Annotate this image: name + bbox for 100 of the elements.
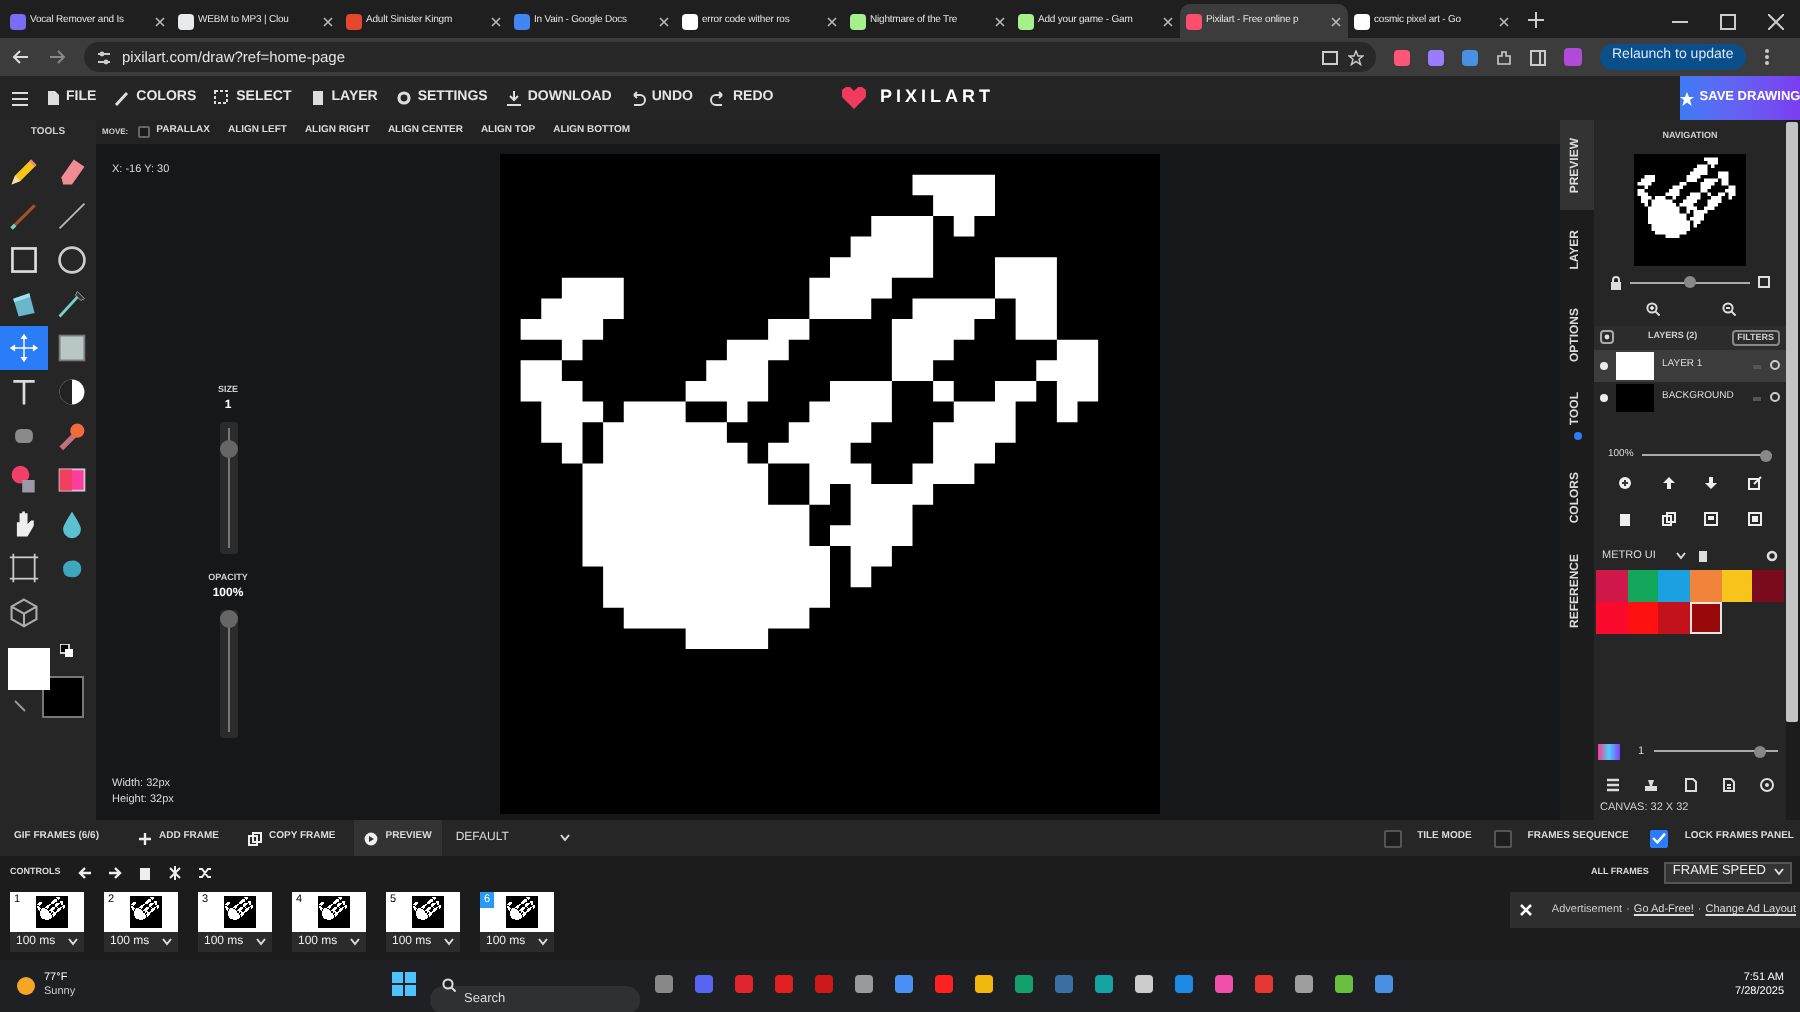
site-info-icon <box>96 49 112 65</box>
stamp-icon[interactable] <box>1644 777 1659 792</box>
settings-icon <box>395 90 412 106</box>
visibility-dot-icon[interactable] <box>1600 361 1608 370</box>
pencil-icon <box>8 156 40 188</box>
up-arrow-icon[interactable] <box>1661 476 1676 491</box>
add-circle-icon[interactable] <box>1618 476 1633 491</box>
checkmark-icon <box>1652 832 1667 844</box>
redo-icon <box>710 90 727 106</box>
file-icon <box>44 90 60 106</box>
color-swatch[interactable] <box>1596 602 1628 635</box>
plus-icon <box>137 831 152 845</box>
eraser-icon <box>56 156 88 188</box>
maximize-icon[interactable] <box>1720 13 1736 29</box>
slider-thumb[interactable] <box>1754 745 1767 758</box>
weather-sun-icon <box>16 976 36 996</box>
fit-square-icon[interactable] <box>1758 276 1770 289</box>
opacity-slider[interactable] <box>1641 449 1772 461</box>
reset-colors-icon[interactable] <box>14 700 26 712</box>
brush-icon <box>114 90 131 106</box>
down-arrow-icon[interactable] <box>1704 476 1719 491</box>
color-swatch[interactable] <box>1658 570 1690 603</box>
start-icon[interactable] <box>392 972 416 996</box>
color-swatch[interactable] <box>1627 570 1659 603</box>
color-swatch[interactable] <box>1627 602 1659 635</box>
star-icon[interactable] <box>1348 49 1364 65</box>
brush-size-slider[interactable] <box>1654 745 1778 758</box>
circle-icon[interactable] <box>1770 360 1780 371</box>
install-icon[interactable] <box>1322 49 1338 65</box>
chevron-down-icon <box>538 938 548 946</box>
color-picker-icon[interactable] <box>1598 743 1620 760</box>
slider-thumb[interactable] <box>1760 449 1772 461</box>
settings-icon[interactable] <box>1766 550 1778 563</box>
document-icon[interactable] <box>1683 777 1697 792</box>
color-swatch[interactable] <box>1596 570 1628 603</box>
color-swatch[interactable] <box>1721 570 1753 603</box>
brush-icon <box>8 200 40 232</box>
left-arrow-icon[interactable] <box>78 865 93 879</box>
vertical-slider[interactable] <box>219 609 237 738</box>
image-icon[interactable] <box>1704 512 1719 527</box>
menu-icon[interactable] <box>12 91 28 105</box>
primary-color-swatch[interactable] <box>8 648 50 690</box>
chevron-down-icon <box>1675 552 1686 561</box>
list-icon[interactable] <box>1606 777 1620 792</box>
favicon-icon <box>178 13 194 29</box>
chevron-down-icon <box>68 938 78 946</box>
favicon-icon <box>514 13 530 29</box>
chevron-down-icon <box>162 938 172 946</box>
crop-frame-icon <box>8 552 40 584</box>
target-icon[interactable] <box>1760 777 1774 792</box>
extension-icon[interactable] <box>1462 49 1478 65</box>
zoom-out-icon[interactable] <box>1721 301 1735 316</box>
back-arrow-icon[interactable] <box>12 48 30 66</box>
close-icon <box>658 15 670 27</box>
slider-thumb[interactable] <box>219 609 237 628</box>
chevron-down-icon <box>1774 868 1784 876</box>
color-swatch[interactable] <box>1752 570 1784 603</box>
circle-icon <box>56 244 88 276</box>
edit-icon[interactable] <box>1747 476 1762 491</box>
frame-icon[interactable] <box>1747 512 1762 527</box>
swap-colors-icon[interactable] <box>60 644 74 658</box>
copy-icon[interactable] <box>1661 512 1676 527</box>
extension-icon[interactable] <box>1394 49 1410 65</box>
slider-thumb[interactable] <box>219 439 237 458</box>
play-icon <box>363 831 378 845</box>
square-icon <box>56 332 88 364</box>
extension-icon[interactable] <box>1428 49 1444 65</box>
forward-arrow-icon[interactable] <box>48 48 66 66</box>
zoom-slider[interactable] <box>1630 276 1750 289</box>
text-icon <box>8 376 40 408</box>
document-icon[interactable] <box>1721 777 1736 792</box>
circle-icon[interactable] <box>1770 392 1780 403</box>
more-menu-icon[interactable] <box>1763 48 1770 66</box>
close-icon[interactable] <box>1768 13 1784 29</box>
favicon-icon <box>10 13 26 29</box>
color-swatch[interactable] <box>1690 570 1722 603</box>
vertical-slider[interactable] <box>219 422 237 554</box>
close-icon <box>826 15 838 27</box>
pixel-art-drawing <box>506 897 534 920</box>
shuffle-icon[interactable] <box>198 865 213 879</box>
right-arrow-icon[interactable] <box>108 865 123 879</box>
secondary-color-swatch[interactable] <box>42 676 84 718</box>
search-icon <box>442 977 456 991</box>
collapse-icon[interactable] <box>168 865 183 879</box>
visibility-dot-icon[interactable] <box>1600 393 1608 402</box>
status-dot-icon <box>1573 431 1581 440</box>
new-tab-icon[interactable] <box>1528 12 1544 28</box>
toggle-icon[interactable] <box>1600 330 1614 345</box>
favicon-icon <box>682 13 698 29</box>
sidebar-icon[interactable] <box>1530 49 1546 65</box>
favicon-icon <box>850 13 866 29</box>
star-icon <box>1679 91 1694 105</box>
selection-icon <box>214 90 231 106</box>
cube-icon <box>8 596 40 628</box>
color-replace-icon <box>8 464 40 496</box>
pixel-art-drawing <box>224 897 252 920</box>
color-swatch[interactable] <box>1690 602 1722 635</box>
slider-thumb[interactable] <box>1684 276 1696 289</box>
color-swatch[interactable] <box>1658 602 1690 635</box>
zoom-in-icon[interactable] <box>1645 301 1659 316</box>
